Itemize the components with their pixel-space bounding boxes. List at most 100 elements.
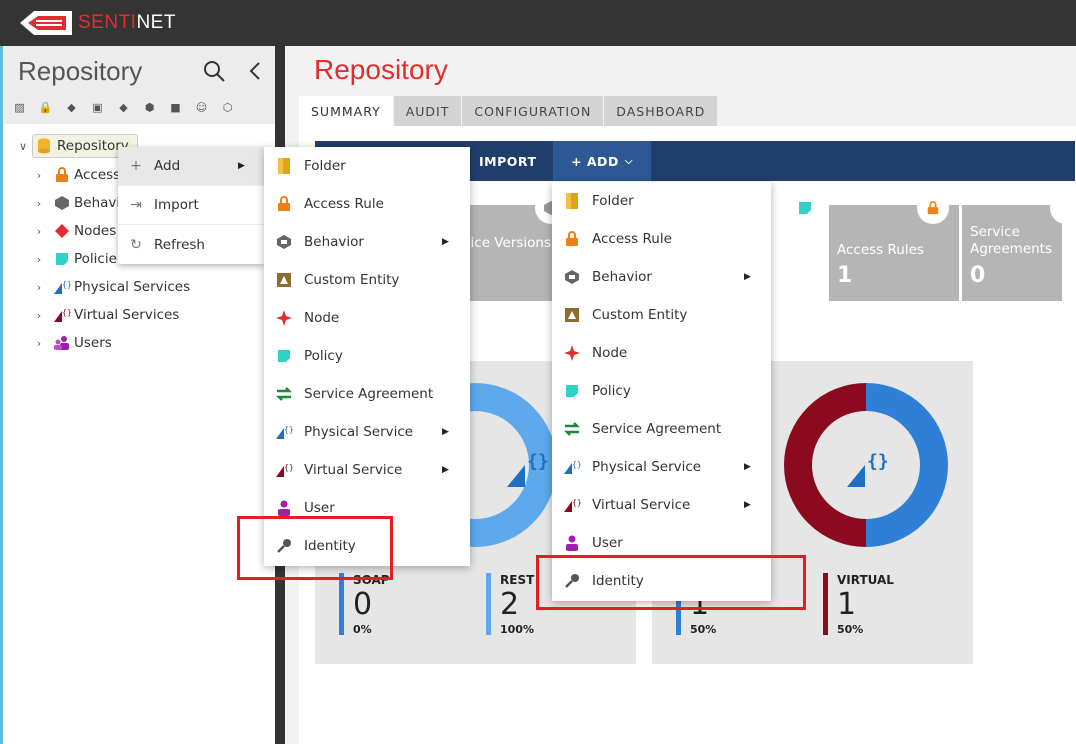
search-icon[interactable] <box>203 60 225 82</box>
menu-item-virtual-service[interactable]: {} Virtual Service ▶ <box>552 486 771 524</box>
tree-item-label: Behavi <box>74 195 121 211</box>
chevron-right-icon[interactable]: › <box>34 225 44 238</box>
tile-value: 0 <box>970 263 986 288</box>
user-icon <box>264 498 304 518</box>
tree-item-users[interactable]: › Users <box>34 329 112 357</box>
chevron-right-icon[interactable]: › <box>34 253 44 266</box>
menu-item-custom-entity[interactable]: Custom Entity <box>264 261 470 299</box>
menu-item-folder[interactable]: Folder <box>264 147 470 185</box>
context-menu-refresh[interactable]: ↻ Refresh <box>118 225 264 264</box>
refresh-icon: ↻ <box>130 236 142 253</box>
filter-users-icon[interactable]: ☺ <box>191 98 212 116</box>
filter-behavior-icon[interactable]: ◆ <box>61 98 82 116</box>
physical-service-icon: {} <box>264 422 304 442</box>
menu-item-behavior[interactable]: Behavior ▶ <box>552 258 771 296</box>
submenu-arrow-icon: ▶ <box>744 462 751 472</box>
tree-item-label: Virtual Services <box>74 307 180 323</box>
menu-item-virtual-service[interactable]: {} Virtual Service ▶ <box>264 451 470 489</box>
submenu-arrow-icon: ▶ <box>442 237 449 247</box>
tab-bar: SUMMARY AUDIT CONFIGURATION DASHBOARD <box>299 96 719 126</box>
menu-item-label: Refresh <box>154 236 205 253</box>
tab-summary[interactable]: SUMMARY <box>299 96 394 126</box>
stat-percent: 0% <box>353 623 372 636</box>
tile-access-rules[interactable]: Access Rules 1 <box>829 192 959 301</box>
tree-item-behaviors[interactable]: › Behavi <box>34 189 120 217</box>
menu-item-label: Virtual Service <box>304 462 403 478</box>
filter-relations-icon[interactable]: ⬡ <box>217 98 238 116</box>
tile-label: Service Agreements <box>970 224 1053 257</box>
tree-item-policies[interactable]: › Policie <box>34 245 117 273</box>
tree-item-label: Access <box>74 167 121 183</box>
collapse-sidebar-icon[interactable] <box>247 60 263 82</box>
policy-icon <box>799 202 811 214</box>
users-icon <box>52 333 72 353</box>
context-menu-import[interactable]: ⇥ Import <box>118 186 264 225</box>
filter-custom-icon[interactable]: ▣ <box>87 98 108 116</box>
stat-value: 2 <box>500 587 520 622</box>
tab-audit[interactable]: AUDIT <box>393 96 463 126</box>
stat-percent: 50% <box>837 623 864 636</box>
menu-item-policy[interactable]: Policy <box>264 337 470 375</box>
menu-item-label: Folder <box>592 193 634 209</box>
highlight-identity-sidebar <box>237 516 393 580</box>
folder-icon <box>552 191 592 211</box>
svg-text:{}: {} <box>572 460 581 469</box>
context-menu-add[interactable]: + Add ▶ <box>118 147 264 186</box>
tree-item-nodes[interactable]: › Nodes <box>34 217 116 245</box>
tab-dashboard[interactable]: DASHBOARD <box>604 96 719 126</box>
menu-item-label: Node <box>592 345 628 361</box>
filter-access-icon[interactable]: 🔒 <box>35 98 56 116</box>
filter-node-icon[interactable]: ◆ <box>113 98 134 116</box>
import-button[interactable]: IMPORT <box>479 141 536 181</box>
submenu-arrow-icon: ▶ <box>442 427 449 437</box>
highlight-identity-toolbar <box>536 555 806 610</box>
tree-item-physical-services[interactable]: › {} Physical Services <box>34 273 190 301</box>
add-button[interactable]: + ADD ⌵ <box>553 141 651 181</box>
filter-folder-icon[interactable]: ▨ <box>9 98 30 116</box>
tree-item-access[interactable]: › Access <box>34 161 120 189</box>
physical-service-icon: {} <box>507 451 549 487</box>
tab-configuration[interactable]: CONFIGURATION <box>462 96 605 126</box>
physical-service-icon: {} <box>847 451 889 487</box>
stat-value: 0 <box>353 587 373 622</box>
menu-item-custom-entity[interactable]: Custom Entity <box>552 296 771 334</box>
virtual-service-icon: {} <box>552 495 592 515</box>
chevron-right-icon[interactable]: › <box>34 309 44 322</box>
chevron-right-icon[interactable]: › <box>34 337 44 350</box>
stat-percent: 50% <box>690 623 717 636</box>
tile-service-agreements[interactable]: Service Agreements 0 <box>962 192 1076 301</box>
svg-text:{}: {} <box>284 463 293 472</box>
filter-policy-icon[interactable]: ⬢ <box>139 98 160 116</box>
policy-icon <box>52 249 72 269</box>
menu-item-node[interactable]: Node <box>552 334 771 372</box>
menu-item-behavior[interactable]: Behavior ▶ <box>264 223 470 261</box>
sentinet-logo[interactable]: SENTINET <box>18 9 176 37</box>
menu-item-policy[interactable]: Policy <box>552 372 771 410</box>
filter-service-icon[interactable]: ■ <box>165 98 186 116</box>
tree-item-label: Users <box>74 335 112 351</box>
menu-item-label: Service Agreement <box>304 386 434 402</box>
menu-item-service-agreement[interactable]: Service Agreement <box>552 410 771 448</box>
menu-item-access-rule[interactable]: Access Rule <box>552 220 771 258</box>
tile-badge <box>917 192 949 224</box>
tree-item-virtual-services[interactable]: › {} Virtual Services <box>34 301 180 329</box>
tree-item-label: Policie <box>74 251 117 267</box>
submenu-arrow-icon: ▶ <box>238 161 245 171</box>
chevron-right-icon[interactable]: › <box>34 281 44 294</box>
policy-icon <box>264 346 304 366</box>
menu-item-physical-service[interactable]: {} Physical Service ▶ <box>552 448 771 486</box>
physical-service-icon: {} <box>52 277 72 297</box>
chevron-down-icon[interactable]: ∨ <box>18 140 28 153</box>
chevron-right-icon[interactable]: › <box>34 197 44 210</box>
menu-item-access-rule[interactable]: Access Rule <box>264 185 470 223</box>
menu-item-physical-service[interactable]: {} Physical Service ▶ <box>264 413 470 451</box>
menu-item-folder[interactable]: Folder <box>552 182 771 220</box>
menu-item-service-agreement[interactable]: Service Agreement <box>264 375 470 413</box>
chevron-right-icon[interactable]: › <box>34 169 44 182</box>
stat-percent: 100% <box>500 623 534 636</box>
virtual-service-icon: {} <box>264 460 304 480</box>
stat-label: REST <box>500 573 535 587</box>
menu-item-label: Folder <box>304 158 346 174</box>
menu-item-label: Service Agreement <box>592 421 722 437</box>
menu-item-node[interactable]: Node <box>264 299 470 337</box>
